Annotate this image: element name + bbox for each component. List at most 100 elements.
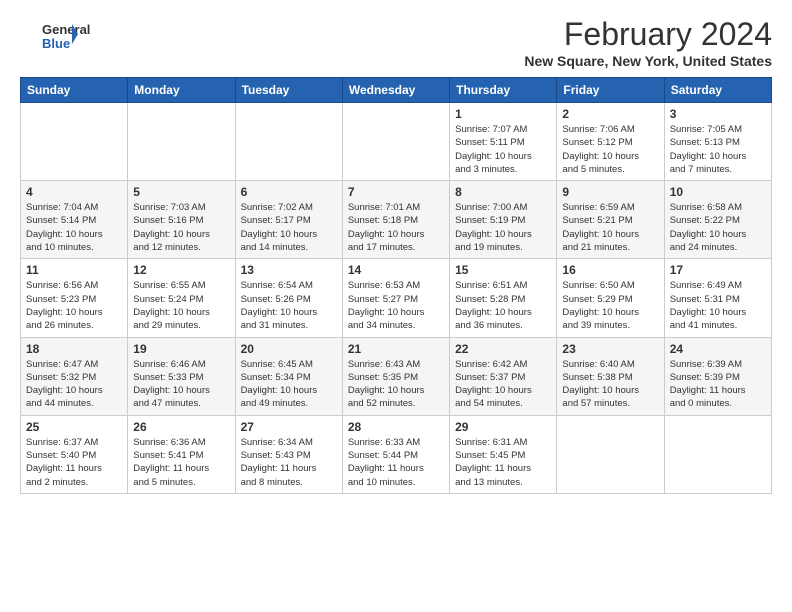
day-info: Sunrise: 6:56 AMSunset: 5:23 PMDaylight:… (26, 279, 122, 332)
calendar-cell: 11 Sunrise: 6:56 AMSunset: 5:23 PMDayligh… (21, 259, 128, 337)
svg-text:General: General (42, 22, 90, 37)
day-number: 21 (348, 342, 444, 356)
calendar-cell: 1 Sunrise: 7:07 AMSunset: 5:11 PMDaylight… (450, 103, 557, 181)
day-number: 28 (348, 420, 444, 434)
day-number: 20 (241, 342, 337, 356)
calendar-cell: 23 Sunrise: 6:40 AMSunset: 5:38 PMDayligh… (557, 337, 664, 415)
day-info: Sunrise: 7:07 AMSunset: 5:11 PMDaylight:… (455, 123, 551, 176)
calendar-cell (235, 103, 342, 181)
header: General Blue General Blue February 2024 … (20, 16, 772, 69)
day-info: Sunrise: 7:06 AMSunset: 5:12 PMDaylight:… (562, 123, 658, 176)
day-info: Sunrise: 7:04 AMSunset: 5:14 PMDaylight:… (26, 201, 122, 254)
calendar-cell: 3 Sunrise: 7:05 AMSunset: 5:13 PMDaylight… (664, 103, 771, 181)
column-header-tuesday: Tuesday (235, 78, 342, 103)
calendar-cell: 25Sunrise: 6:37 AMSunset: 5:40 PMDayligh… (21, 415, 128, 493)
day-number: 1 (455, 107, 551, 121)
column-header-wednesday: Wednesday (342, 78, 449, 103)
calendar-cell: 14Sunrise: 6:53 AMSunset: 5:27 PMDayligh… (342, 259, 449, 337)
calendar-cell: 24 Sunrise: 6:39 AMSunset: 5:39 PMDayligh… (664, 337, 771, 415)
day-number: 4 (26, 185, 122, 199)
main-title: February 2024 (524, 16, 772, 53)
day-number: 24 (670, 342, 766, 356)
svg-text:Blue: Blue (42, 36, 70, 51)
calendar-cell: 9 Sunrise: 6:59 AMSunset: 5:21 PMDaylight… (557, 181, 664, 259)
day-number: 25 (26, 420, 122, 434)
day-number: 8 (455, 185, 551, 199)
calendar-cell: 26 Sunrise: 6:36 AMSunset: 5:41 PMDayligh… (128, 415, 235, 493)
day-number: 10 (670, 185, 766, 199)
calendar-cell: 28Sunrise: 6:33 AMSunset: 5:44 PMDayligh… (342, 415, 449, 493)
calendar-cell: 7 Sunrise: 7:01 AMSunset: 5:18 PMDaylight… (342, 181, 449, 259)
calendar-cell: 4 Sunrise: 7:04 AMSunset: 5:14 PMDaylight… (21, 181, 128, 259)
day-number: 27 (241, 420, 337, 434)
day-info: Sunrise: 6:39 AMSunset: 5:39 PMDaylight:… (670, 358, 766, 411)
day-number: 5 (133, 185, 229, 199)
day-number: 7 (348, 185, 444, 199)
calendar-week-row: 4 Sunrise: 7:04 AMSunset: 5:14 PMDaylight… (21, 181, 772, 259)
day-info: Sunrise: 6:47 AMSunset: 5:32 PMDaylight:… (26, 358, 122, 411)
calendar-cell: 22Sunrise: 6:42 AMSunset: 5:37 PMDayligh… (450, 337, 557, 415)
day-number: 29 (455, 420, 551, 434)
calendar-week-row: 18 Sunrise: 6:47 AMSunset: 5:32 PMDayligh… (21, 337, 772, 415)
column-header-sunday: Sunday (21, 78, 128, 103)
calendar-cell: 29 Sunrise: 6:31 AMSunset: 5:45 PMDayligh… (450, 415, 557, 493)
calendar-cell: 6 Sunrise: 7:02 AMSunset: 5:17 PMDaylight… (235, 181, 342, 259)
logo-icon: General Blue (20, 16, 100, 56)
calendar-cell: 21 Sunrise: 6:43 AMSunset: 5:35 PMDayligh… (342, 337, 449, 415)
day-info: Sunrise: 6:55 AMSunset: 5:24 PMDaylight:… (133, 279, 229, 332)
calendar-cell: 19Sunrise: 6:46 AMSunset: 5:33 PMDayligh… (128, 337, 235, 415)
day-info: Sunrise: 6:51 AMSunset: 5:28 PMDaylight:… (455, 279, 551, 332)
day-info: Sunrise: 6:54 AMSunset: 5:26 PMDaylight:… (241, 279, 337, 332)
calendar-cell (557, 415, 664, 493)
calendar-cell: 15 Sunrise: 6:51 AMSunset: 5:28 PMDayligh… (450, 259, 557, 337)
calendar-table: SundayMondayTuesdayWednesdayThursdayFrid… (20, 77, 772, 494)
day-number: 22 (455, 342, 551, 356)
day-number: 9 (562, 185, 658, 199)
day-number: 12 (133, 263, 229, 277)
day-number: 2 (562, 107, 658, 121)
day-number: 15 (455, 263, 551, 277)
calendar-week-row: 1 Sunrise: 7:07 AMSunset: 5:11 PMDaylight… (21, 103, 772, 181)
day-number: 6 (241, 185, 337, 199)
day-info: Sunrise: 6:50 AMSunset: 5:29 PMDaylight:… (562, 279, 658, 332)
day-number: 11 (26, 263, 122, 277)
title-section: February 2024 New Square, New York, Unit… (524, 16, 772, 69)
day-number: 13 (241, 263, 337, 277)
calendar-week-row: 25Sunrise: 6:37 AMSunset: 5:40 PMDayligh… (21, 415, 772, 493)
day-info: Sunrise: 7:05 AMSunset: 5:13 PMDaylight:… (670, 123, 766, 176)
day-number: 16 (562, 263, 658, 277)
day-info: Sunrise: 6:59 AMSunset: 5:21 PMDaylight:… (562, 201, 658, 254)
day-info: Sunrise: 6:53 AMSunset: 5:27 PMDaylight:… (348, 279, 444, 332)
column-header-saturday: Saturday (664, 78, 771, 103)
day-number: 18 (26, 342, 122, 356)
calendar-cell (128, 103, 235, 181)
day-info: Sunrise: 7:02 AMSunset: 5:17 PMDaylight:… (241, 201, 337, 254)
column-header-friday: Friday (557, 78, 664, 103)
day-info: Sunrise: 6:49 AMSunset: 5:31 PMDaylight:… (670, 279, 766, 332)
location-subtitle: New Square, New York, United States (524, 53, 772, 69)
day-info: Sunrise: 6:40 AMSunset: 5:38 PMDaylight:… (562, 358, 658, 411)
day-number: 23 (562, 342, 658, 356)
day-number: 17 (670, 263, 766, 277)
day-info: Sunrise: 6:36 AMSunset: 5:41 PMDaylight:… (133, 436, 229, 489)
column-header-monday: Monday (128, 78, 235, 103)
day-info: Sunrise: 7:01 AMSunset: 5:18 PMDaylight:… (348, 201, 444, 254)
day-number: 26 (133, 420, 229, 434)
column-header-thursday: Thursday (450, 78, 557, 103)
calendar-cell: 13 Sunrise: 6:54 AMSunset: 5:26 PMDayligh… (235, 259, 342, 337)
day-number: 3 (670, 107, 766, 121)
calendar-cell (21, 103, 128, 181)
day-info: Sunrise: 6:58 AMSunset: 5:22 PMDaylight:… (670, 201, 766, 254)
calendar-cell: 5 Sunrise: 7:03 AMSunset: 5:16 PMDaylight… (128, 181, 235, 259)
logo: General Blue General Blue (20, 16, 100, 56)
day-info: Sunrise: 7:03 AMSunset: 5:16 PMDaylight:… (133, 201, 229, 254)
day-info: Sunrise: 6:34 AMSunset: 5:43 PMDaylight:… (241, 436, 337, 489)
calendar-cell: 18 Sunrise: 6:47 AMSunset: 5:32 PMDayligh… (21, 337, 128, 415)
calendar-cell: 27 Sunrise: 6:34 AMSunset: 5:43 PMDayligh… (235, 415, 342, 493)
calendar-cell: 10 Sunrise: 6:58 AMSunset: 5:22 PMDayligh… (664, 181, 771, 259)
day-info: Sunrise: 6:43 AMSunset: 5:35 PMDaylight:… (348, 358, 444, 411)
calendar-cell: 16 Sunrise: 6:50 AMSunset: 5:29 PMDayligh… (557, 259, 664, 337)
calendar-cell: 2 Sunrise: 7:06 AMSunset: 5:12 PMDaylight… (557, 103, 664, 181)
day-info: Sunrise: 6:31 AMSunset: 5:45 PMDaylight:… (455, 436, 551, 489)
day-number: 19 (133, 342, 229, 356)
